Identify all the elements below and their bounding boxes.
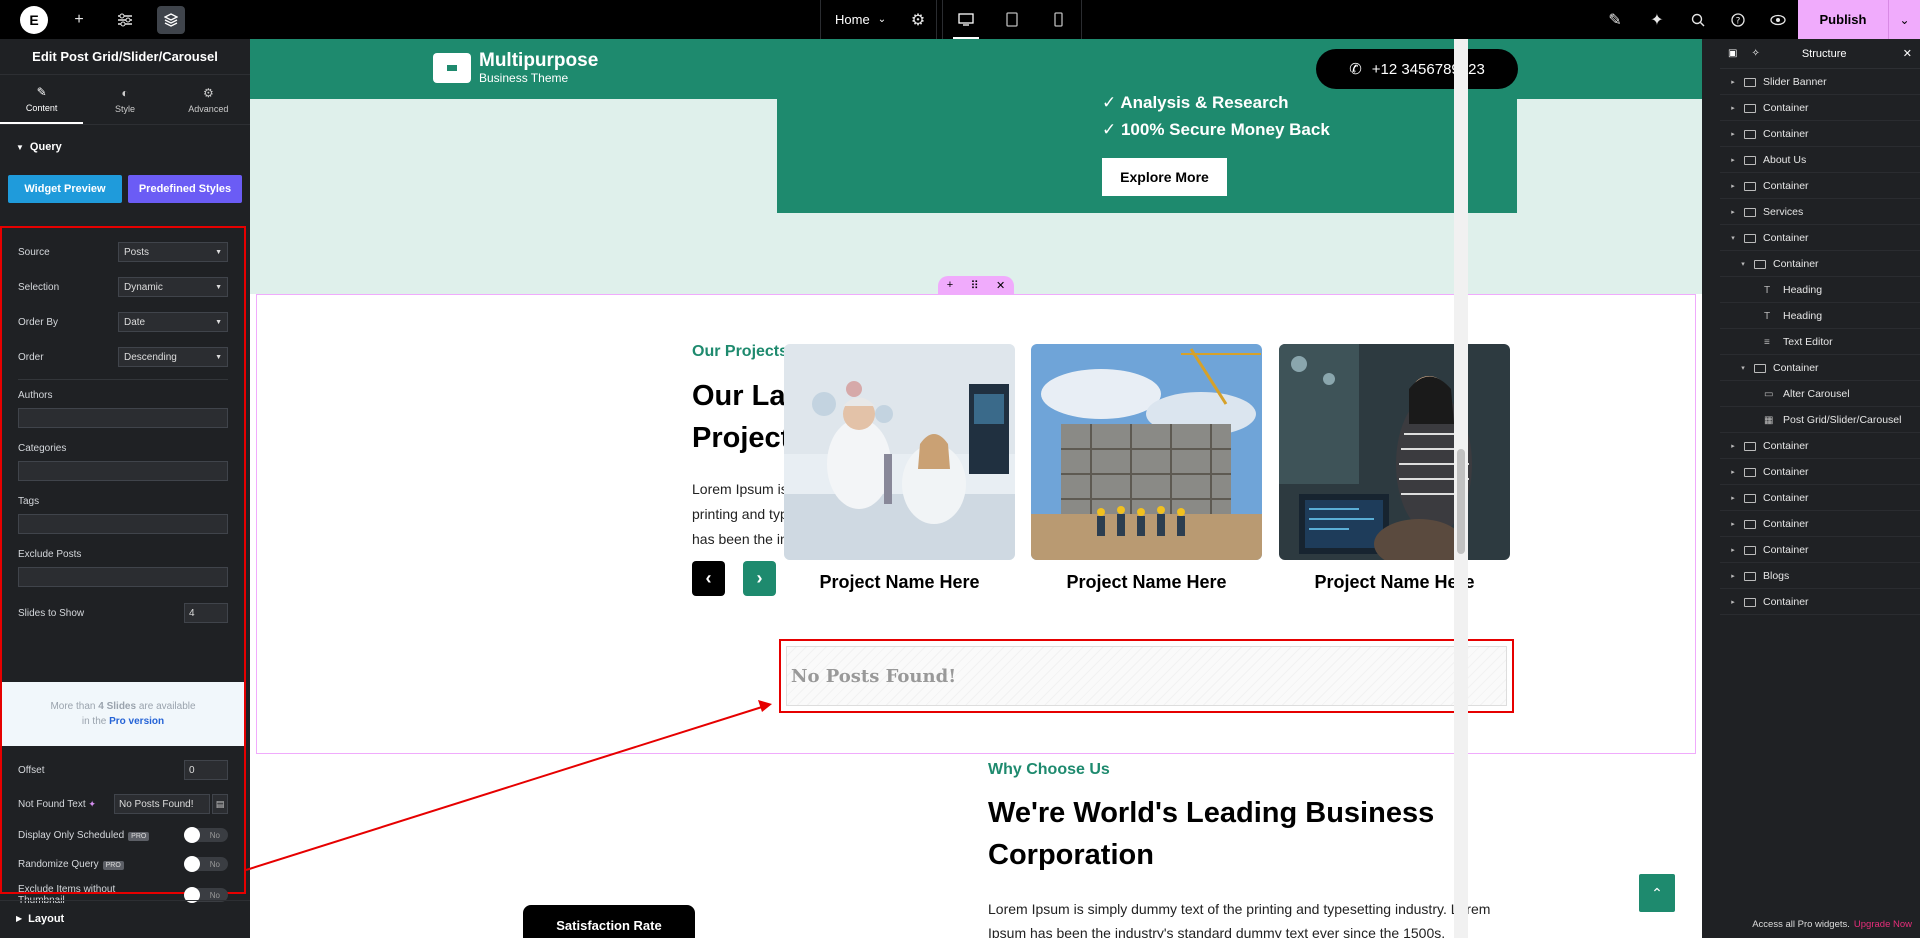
structure-tree-item[interactable]: ▾ Container	[1720, 356, 1920, 381]
caret-right-icon[interactable]: ▸	[1728, 130, 1738, 138]
widget-type-icon: ▦	[1764, 414, 1774, 426]
structure-tree-item[interactable]: ▸ Container	[1720, 434, 1920, 459]
container-icon	[1744, 181, 1756, 191]
tree-item-label: Container	[1763, 466, 1809, 478]
container-icon	[1754, 259, 1766, 269]
annotation-arrow	[245, 700, 772, 871]
tree-item-label: Blogs	[1763, 570, 1790, 582]
tree-item-label: About Us	[1763, 154, 1807, 166]
container-icon	[1744, 467, 1756, 477]
tree-item-label: Container	[1763, 102, 1809, 114]
container-icon	[1744, 103, 1756, 113]
structure-tree-item[interactable]: ▸ Container	[1720, 590, 1920, 615]
upgrade-now-link[interactable]: Upgrade Now	[1854, 919, 1912, 930]
tree-item-label: Container	[1763, 128, 1809, 140]
tree-item-label: Alter Carousel	[1783, 388, 1850, 400]
tree-item-label: Container	[1763, 180, 1809, 192]
caret-right-icon[interactable]: ▸	[1728, 156, 1738, 164]
caret-right-icon[interactable]: ▸	[1728, 572, 1738, 580]
container-icon	[1744, 545, 1756, 555]
structure-tree-item[interactable]: ▸ Blogs	[1720, 564, 1920, 589]
caret-right-icon[interactable]: ▸	[1728, 598, 1738, 606]
container-icon	[1744, 441, 1756, 451]
structure-tree-item[interactable]: ▾ Container	[1720, 226, 1920, 251]
widget-type-icon: T	[1764, 284, 1771, 296]
structure-tree-item[interactable]: ▦ Post Grid/Slider/Carousel	[1720, 408, 1920, 433]
container-icon	[1744, 77, 1756, 87]
container-icon	[1744, 207, 1756, 217]
scrollbar-thumb[interactable]	[1457, 449, 1465, 554]
container-icon	[1744, 233, 1756, 243]
caret-right-icon[interactable]: ▸	[1728, 208, 1738, 216]
sparkle-icon[interactable]: ✧	[1751, 48, 1759, 59]
container-icon	[1744, 493, 1756, 503]
container-icon	[1744, 129, 1756, 139]
structure-tree-item[interactable]: T Heading	[1720, 278, 1920, 303]
caret-down-icon[interactable]: ▾	[1728, 234, 1738, 242]
caret-down-icon[interactable]: ▾	[1738, 364, 1748, 372]
tree-item-label: Container	[1763, 232, 1809, 244]
structure-tree-item[interactable]: ▸ Services	[1720, 200, 1920, 225]
structure-tree-item[interactable]: ≡ Text Editor	[1720, 330, 1920, 355]
widget-type-icon: ▭	[1764, 388, 1774, 400]
structure-tree-item[interactable]: ▸ About Us	[1720, 148, 1920, 173]
caret-right-icon[interactable]: ▸	[1728, 520, 1738, 528]
caret-right-icon[interactable]: ▸	[1728, 546, 1738, 554]
close-icon[interactable]: ✕	[1903, 47, 1912, 60]
tree-item-label: Container	[1763, 544, 1809, 556]
structure-header: ▣ ✧ Structure ✕	[1720, 39, 1920, 69]
tree-item-label: Text Editor	[1783, 336, 1833, 348]
structure-panel: ▣ ✧ Structure ✕ ▸ Slider Banner ▸ Container…	[1720, 39, 1920, 938]
structure-tree-item[interactable]: ▭ Alter Carousel	[1720, 382, 1920, 407]
tree-item-label: Container	[1773, 258, 1819, 270]
structure-tree-item[interactable]: ▸ Container	[1720, 174, 1920, 199]
structure-tree-item[interactable]: ▸ Container	[1720, 122, 1920, 147]
structure-tree-item[interactable]: ▸ Container	[1720, 512, 1920, 537]
structure-tree-item[interactable]: ▸ Container	[1720, 538, 1920, 563]
caret-right-icon[interactable]: ▸	[1728, 78, 1738, 86]
pro-upgrade-footer: Access all Pro widgets. Upgrade Now	[1720, 910, 1920, 938]
structure-tree-item[interactable]: ▸ Container	[1720, 96, 1920, 121]
container-icon	[1744, 597, 1756, 607]
caret-right-icon[interactable]: ▸	[1728, 104, 1738, 112]
tree-item-label: Container	[1763, 596, 1809, 608]
caret-right-icon[interactable]: ▸	[1728, 182, 1738, 190]
tree-item-label: Services	[1763, 206, 1804, 218]
tree-item-label: Post Grid/Slider/Carousel	[1783, 414, 1902, 426]
structure-title: Structure	[1801, 47, 1847, 60]
tree-item-label: Heading	[1783, 284, 1823, 296]
structure-tree-item[interactable]: ▸ Slider Banner	[1720, 70, 1920, 95]
widget-type-icon: ≡	[1764, 336, 1770, 348]
footer-text: Access all Pro widgets.	[1752, 918, 1850, 930]
tree-item-label: Container	[1763, 518, 1809, 530]
caret-right-icon[interactable]: ▸	[1728, 494, 1738, 502]
tree-item-label: Heading	[1783, 310, 1823, 322]
structure-tree-item[interactable]: ▸ Container	[1720, 486, 1920, 511]
container-icon	[1744, 155, 1756, 165]
caret-right-icon[interactable]: ▸	[1728, 442, 1738, 450]
tree-item-label: Container	[1763, 492, 1809, 504]
caret-right-icon[interactable]: ▸	[1728, 468, 1738, 476]
container-icon	[1754, 363, 1766, 373]
container-icon	[1744, 571, 1756, 581]
structure-tree-item[interactable]: ▾ Container	[1720, 252, 1920, 277]
caret-down-icon[interactable]: ▾	[1738, 260, 1748, 268]
structure-tree-item[interactable]: T Heading	[1720, 304, 1920, 329]
tree-item-label: Slider Banner	[1763, 76, 1827, 88]
container-icon	[1744, 519, 1756, 529]
panel-dock-icon[interactable]: ▣	[1728, 48, 1737, 59]
tree-item-label: Container	[1763, 440, 1809, 452]
canvas-scrollbar[interactable]	[1454, 39, 1468, 938]
widget-type-icon: T	[1764, 310, 1771, 322]
structure-tree-item[interactable]: ▸ Container	[1720, 460, 1920, 485]
tree-item-label: Container	[1773, 362, 1819, 374]
